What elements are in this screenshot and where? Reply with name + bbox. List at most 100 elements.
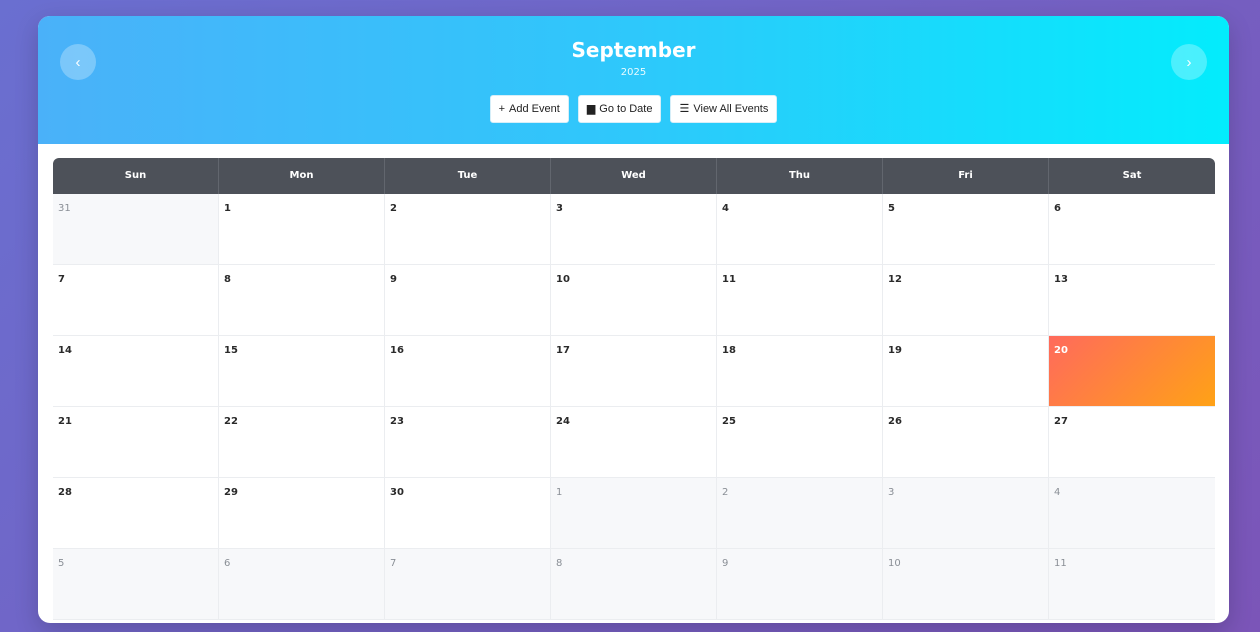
day-cell-other-month[interactable]: 4 xyxy=(1049,478,1215,549)
list-icon: ☰ xyxy=(679,102,690,115)
day-number: 14 xyxy=(58,345,72,356)
calendar-icon: ▆ xyxy=(586,102,596,115)
day-cell[interactable]: 13 xyxy=(1049,265,1215,336)
day-number: 5 xyxy=(58,558,65,569)
day-cell[interactable]: 6 xyxy=(1049,194,1215,265)
day-cell-other-month[interactable]: 8 xyxy=(551,549,717,620)
day-cell[interactable]: 15 xyxy=(219,336,385,407)
day-number: 10 xyxy=(556,274,570,285)
days-grid: 31 1 2 3 4 5 6 7 8 9 10 11 12 13 14 15 16 17 18 19 20 21 22 23 2… xyxy=(53,194,1215,620)
go-to-date-label: Go to Date xyxy=(599,103,653,115)
day-number: 27 xyxy=(1054,416,1068,427)
day-cell[interactable]: 23 xyxy=(385,407,551,478)
day-number: 7 xyxy=(390,558,397,569)
day-cell-other-month[interactable]: 10 xyxy=(883,549,1049,620)
day-cell[interactable]: 1 xyxy=(219,194,385,265)
day-cell[interactable]: 27 xyxy=(1049,407,1215,478)
day-number: 5 xyxy=(888,203,895,214)
day-number: 19 xyxy=(888,345,902,356)
add-event-button[interactable]: + Add Event xyxy=(489,95,569,123)
day-cell[interactable]: 29 xyxy=(219,478,385,549)
day-cell[interactable]: 9 xyxy=(385,265,551,336)
day-number: 3 xyxy=(556,203,563,214)
day-cell[interactable]: 28 xyxy=(53,478,219,549)
day-number: 4 xyxy=(722,203,729,214)
weekday-mon: Mon xyxy=(219,158,385,194)
day-number: 17 xyxy=(556,345,570,356)
day-cell-other-month[interactable]: 5 xyxy=(53,549,219,620)
weekday-wed: Wed xyxy=(551,158,717,194)
weekday-sat: Sat xyxy=(1122,170,1142,181)
day-number: 6 xyxy=(1054,203,1061,214)
day-number: 20 xyxy=(1054,345,1068,356)
day-cell-other-month[interactable]: 6 xyxy=(219,549,385,620)
day-cell-other-month[interactable]: 3 xyxy=(883,478,1049,549)
day-number: 11 xyxy=(722,274,736,285)
day-cell-other-month[interactable]: 31 xyxy=(53,194,219,265)
view-all-events-button[interactable]: ☰ View All Events xyxy=(670,95,778,123)
month-title: September xyxy=(571,38,696,62)
day-cell[interactable]: 18 xyxy=(717,336,883,407)
day-cell[interactable]: 4 xyxy=(717,194,883,265)
weekday-header-row: Sun Mon Tue Wed Thu Fri Sat xyxy=(53,158,1215,194)
chevron-right-icon: › xyxy=(1186,53,1192,71)
day-number: 2 xyxy=(390,203,397,214)
calendar-header: ‹ September 2025 › + Add Event ▆ Go to D… xyxy=(38,16,1229,144)
next-month-button[interactable]: › xyxy=(1171,44,1207,80)
year-label: 2025 xyxy=(620,67,647,78)
day-cell[interactable]: 24 xyxy=(551,407,717,478)
day-cell[interactable]: 16 xyxy=(385,336,551,407)
day-cell[interactable]: 8 xyxy=(219,265,385,336)
weekday-thu: Thu xyxy=(717,158,883,194)
day-number: 3 xyxy=(888,487,895,498)
day-number: 8 xyxy=(556,558,563,569)
day-cell[interactable]: 21 xyxy=(53,407,219,478)
day-cell[interactable]: 30 xyxy=(385,478,551,549)
weekday-fri: Fri xyxy=(883,158,1049,194)
day-cell[interactable]: 5 xyxy=(883,194,1049,265)
day-number: 7 xyxy=(58,274,65,285)
day-cell[interactable]: 3 xyxy=(551,194,717,265)
day-cell[interactable]: 22 xyxy=(219,407,385,478)
action-bar: + Add Event ▆ Go to Date ☰ View All Even… xyxy=(38,95,1229,123)
day-number: 4 xyxy=(1054,487,1061,498)
day-cell-other-month[interactable]: 2 xyxy=(717,478,883,549)
day-cell[interactable]: 19 xyxy=(883,336,1049,407)
calendar-grid: Sun Mon Tue Wed Thu Fri Sat 31 1 2 3 4 5 6 7 8 9 10 11 12 1… xyxy=(53,158,1215,620)
day-number: 31 xyxy=(58,203,71,214)
day-cell[interactable]: 2 xyxy=(385,194,551,265)
day-number: 2 xyxy=(722,487,729,498)
plus-icon: + xyxy=(498,102,506,115)
day-cell[interactable]: 14 xyxy=(53,336,219,407)
view-all-events-label: View All Events xyxy=(693,103,769,115)
day-number: 22 xyxy=(224,416,238,427)
day-number: 1 xyxy=(556,487,563,498)
weekday-sun: Sun xyxy=(53,158,219,194)
day-cell-today[interactable]: 20 xyxy=(1049,336,1215,407)
go-to-date-button[interactable]: ▆ Go to Date xyxy=(577,95,662,123)
day-number: 26 xyxy=(888,416,902,427)
day-cell[interactable]: 25 xyxy=(717,407,883,478)
day-number: 9 xyxy=(390,274,397,285)
day-cell[interactable]: 11 xyxy=(717,265,883,336)
day-cell-other-month[interactable]: 7 xyxy=(385,549,551,620)
day-number: 1 xyxy=(224,203,231,214)
day-cell[interactable]: 10 xyxy=(551,265,717,336)
day-number: 9 xyxy=(722,558,729,569)
day-cell[interactable]: 17 xyxy=(551,336,717,407)
day-number: 28 xyxy=(58,487,72,498)
day-number: 8 xyxy=(224,274,231,285)
day-number: 25 xyxy=(722,416,736,427)
day-cell[interactable]: 12 xyxy=(883,265,1049,336)
day-number: 16 xyxy=(390,345,404,356)
day-cell-other-month[interactable]: 11 xyxy=(1049,549,1215,620)
day-cell[interactable]: 7 xyxy=(53,265,219,336)
day-cell[interactable]: 26 xyxy=(883,407,1049,478)
add-event-label: Add Event xyxy=(509,103,560,115)
day-number: 18 xyxy=(722,345,736,356)
day-cell-other-month[interactable]: 9 xyxy=(717,549,883,620)
day-cell-other-month[interactable]: 1 xyxy=(551,478,717,549)
day-number: 29 xyxy=(224,487,238,498)
day-number: 13 xyxy=(1054,274,1068,285)
calendar-card: ‹ September 2025 › + Add Event ▆ Go to D… xyxy=(38,16,1229,623)
